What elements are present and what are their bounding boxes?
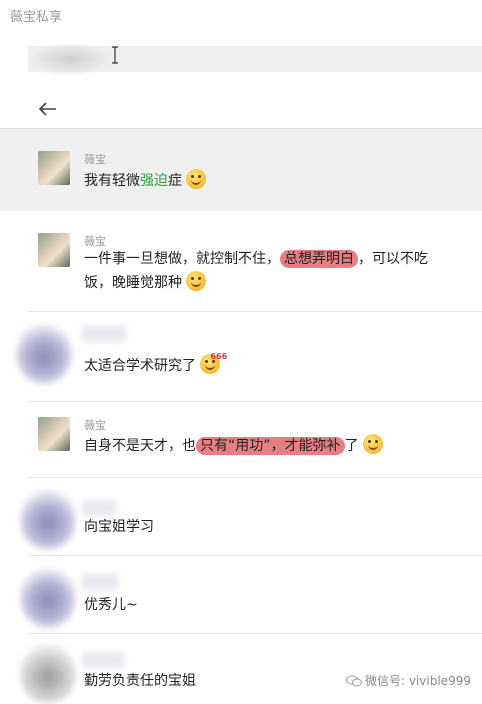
face-with-tears-of-joy-icon xyxy=(186,169,207,189)
comment-text: 太适合学术研究了 666 xyxy=(84,352,228,374)
nerd-face-icon: 666 xyxy=(200,352,227,374)
blurred-username xyxy=(82,326,126,342)
avatar xyxy=(38,151,70,185)
grinning-squint-face-icon xyxy=(186,271,207,291)
blurred-avatar xyxy=(30,44,110,74)
comment-text: 勤劳负责任的宝姐 xyxy=(84,673,196,689)
comment-text: 我有轻微强迫症 xyxy=(84,169,207,193)
app-title: 薇宝私享 xyxy=(10,10,63,25)
comment-item[interactable]: 勤劳负责任的宝姐 xyxy=(0,634,482,704)
comment-item[interactable]: 薇宝 一件事一旦想做，就控制不住， 总想弄明白 ，可以不吃 饭，晚睡觉那种 xyxy=(0,211,482,312)
avatar xyxy=(38,417,70,451)
comment-item[interactable]: 薇宝 我有轻微强迫症 xyxy=(0,129,482,211)
avatar xyxy=(20,644,76,704)
comment-text: 优秀儿~ xyxy=(84,597,138,613)
comment-username: 薇宝 xyxy=(84,235,106,248)
comment-item[interactable]: 太适合学术研究了 666 xyxy=(0,312,482,402)
avatar xyxy=(20,568,76,628)
avatar xyxy=(38,233,70,267)
watermark: 微信号: vivible999 xyxy=(346,672,471,689)
comment-username: 薇宝 xyxy=(84,419,106,432)
comment-text: 一件事一旦想做，就控制不住， 总想弄明白 ，可以不吃 饭，晚睡觉那种 xyxy=(84,250,428,291)
blurred-username xyxy=(82,500,116,516)
comment-text: 自身不是天才，也 只有“用功”，才能弥补了 xyxy=(84,434,383,458)
comment-text: 向宝姐学习 xyxy=(84,519,154,535)
comment-username: 薇宝 xyxy=(84,153,106,166)
blurred-username xyxy=(82,574,118,590)
comment-item[interactable]: 优秀儿~ xyxy=(0,556,482,634)
comment-item[interactable]: 薇宝 自身不是天才，也 只有“用功”，才能弥补了 xyxy=(0,402,482,478)
wechat-icon xyxy=(346,675,362,687)
persevering-face-icon xyxy=(362,434,383,454)
back-arrow-icon[interactable] xyxy=(36,98,60,120)
avatar xyxy=(16,324,72,384)
avatar xyxy=(20,490,76,550)
blurred-username xyxy=(82,652,124,668)
comment-item[interactable]: 向宝姐学习 xyxy=(0,478,482,556)
text-cursor-icon xyxy=(112,46,118,64)
